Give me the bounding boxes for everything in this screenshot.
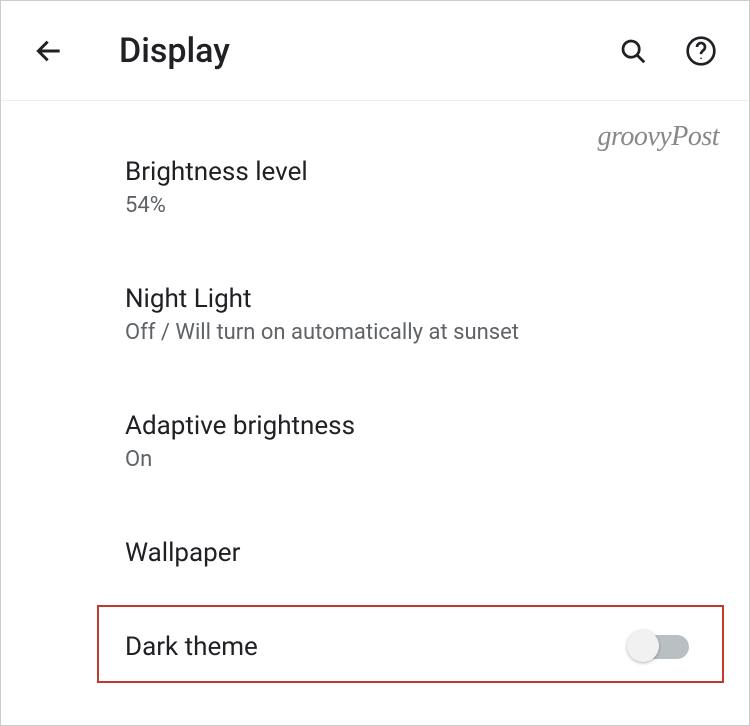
header: Display bbox=[1, 1, 749, 101]
setting-title: Adaptive brightness bbox=[125, 411, 709, 441]
setting-wallpaper[interactable]: Wallpaper bbox=[125, 514, 709, 598]
setting-title: Night Light bbox=[125, 284, 709, 314]
header-actions bbox=[613, 31, 721, 71]
watermark: groovyPost bbox=[598, 121, 720, 153]
arrow-back-icon bbox=[33, 35, 65, 67]
setting-subtitle: On bbox=[125, 447, 709, 472]
setting-night-light[interactable]: Night Light Off / Will turn on automatic… bbox=[125, 260, 709, 369]
help-icon bbox=[685, 35, 717, 67]
back-button[interactable] bbox=[29, 31, 69, 71]
setting-subtitle: Off / Will turn on automatically at suns… bbox=[125, 320, 709, 345]
setting-title: Wallpaper bbox=[125, 538, 709, 568]
setting-subtitle: 54% bbox=[125, 193, 709, 218]
search-button[interactable] bbox=[613, 31, 653, 71]
search-icon bbox=[618, 36, 648, 66]
help-button[interactable] bbox=[681, 31, 721, 71]
highlight-annotation bbox=[97, 605, 724, 683]
setting-title: Brightness level bbox=[125, 157, 709, 187]
page-title: Display bbox=[119, 31, 613, 71]
settings-list: Brightness level 54% Night Light Off / W… bbox=[1, 101, 749, 686]
setting-adaptive-brightness[interactable]: Adaptive brightness On bbox=[125, 387, 709, 496]
